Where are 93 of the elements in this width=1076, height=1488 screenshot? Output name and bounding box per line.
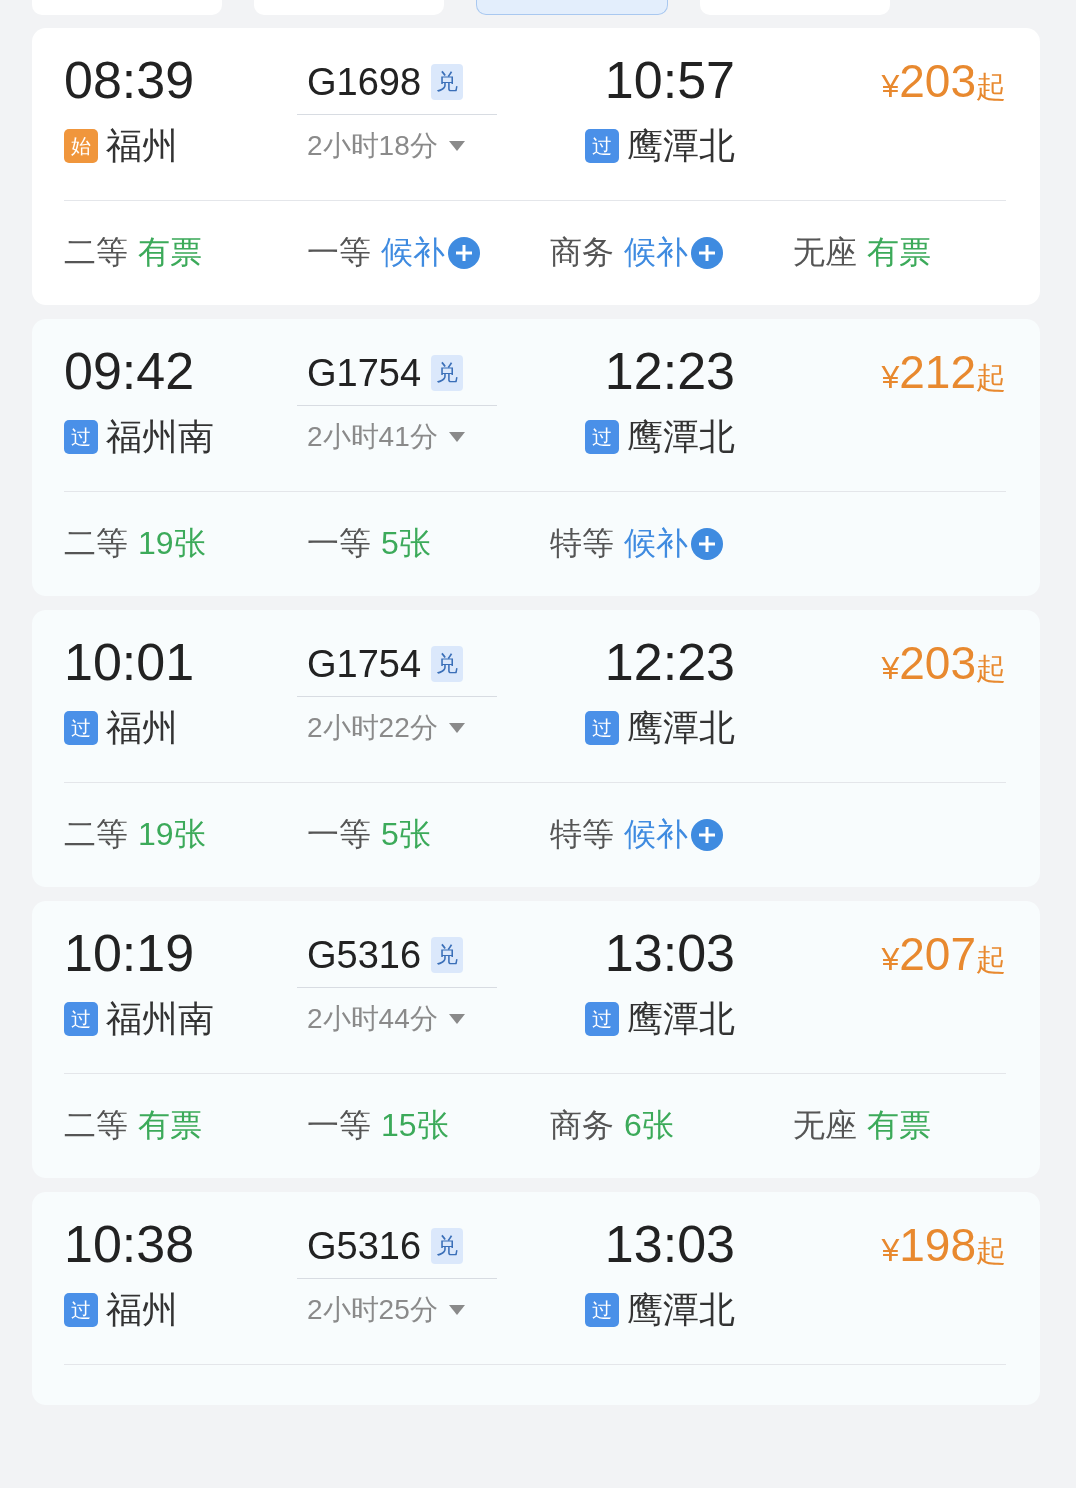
- train-card[interactable]: 10:19 过 福州南 G5316 兑 2小时44分 13:03 过 鹰潭北 ¥207起 二等 有票 一等 15张 商务 6张 无座 有票: [32, 901, 1040, 1178]
- station-name: 福州: [106, 123, 178, 168]
- redeem-badge: 兑: [431, 646, 464, 682]
- seat-availability: 候补: [381, 233, 445, 272]
- station-name: 鹰潭北: [627, 123, 735, 168]
- tab[interactable]: [476, 0, 668, 15]
- train-card[interactable]: 10:01 过 福州 G1754 兑 2小时22分 12:23 过 鹰潭北 ¥203起 二等 19张 一等 5张 特等 候补: [32, 610, 1040, 887]
- arrival-time: 13:03: [604, 1214, 735, 1275]
- departure-time: 08:39: [64, 50, 196, 111]
- redeem-badge: 兑: [431, 1228, 464, 1264]
- seat-availability: 19张: [138, 524, 206, 563]
- duration: 2小时22分: [307, 711, 438, 745]
- arrival-time: 13:03: [604, 923, 735, 984]
- price: ¥203起: [880, 54, 1006, 109]
- train-number: G5316: [307, 933, 422, 977]
- station-badge: 过: [64, 711, 98, 745]
- departure-time: 10:01: [64, 632, 196, 693]
- seat-availability: 候补: [624, 815, 688, 854]
- departure-time: 09:42: [64, 341, 196, 402]
- station-badge: 过: [64, 1293, 98, 1327]
- train-number: G1754: [307, 642, 422, 686]
- seat-availability: 候补: [624, 233, 688, 272]
- seat-class: 二等: [64, 815, 128, 854]
- arrival-time: 10:57: [604, 50, 735, 111]
- station-badge: 过: [64, 420, 98, 454]
- duration: 2小时41分: [307, 420, 438, 454]
- station-name: 鹰潭北: [627, 1287, 735, 1332]
- redeem-badge: 兑: [431, 64, 464, 100]
- seat-availability: 有票: [867, 1106, 931, 1145]
- seat-class: 商务: [550, 233, 614, 272]
- seat-class: 二等: [64, 524, 128, 563]
- seat-availability: 有票: [138, 233, 202, 272]
- seat-class: 一等: [307, 1106, 371, 1145]
- station-badge: 过: [585, 129, 619, 163]
- plus-icon: [690, 236, 724, 270]
- redeem-badge: 兑: [431, 937, 464, 973]
- station-name: 福州南: [106, 996, 214, 1041]
- seat-class: 特等: [550, 815, 614, 854]
- train-card[interactable]: 09:42 过 福州南 G1754 兑 2小时41分 12:23 过 鹰潭北 ¥212起 二等 19张 一等 5张 特等 候补: [32, 319, 1040, 596]
- seat-availability: 19张: [138, 815, 206, 854]
- caret-icon: [447, 1013, 466, 1025]
- price: ¥203起: [880, 636, 1006, 691]
- station-badge: 过: [585, 711, 619, 745]
- seat-class: 一等: [307, 815, 371, 854]
- seat-class: 一等: [307, 233, 371, 272]
- seat-class: 无座: [793, 233, 857, 272]
- caret-icon: [447, 1304, 466, 1316]
- seat-availability: 5张: [381, 815, 431, 854]
- duration: 2小时25分: [307, 1293, 438, 1327]
- station-badge: 过: [64, 1002, 98, 1036]
- station-name: 鹰潭北: [627, 414, 735, 459]
- train-card[interactable]: 08:39 始 福州 G1698 兑 2小时18分 10:57 过 鹰潭北 ¥203起 二等 有票 一等 候补 商务 候补 无座 有票: [32, 28, 1040, 305]
- station-name: 福州: [106, 1287, 178, 1332]
- seat-class: 二等: [64, 233, 128, 272]
- price: ¥207起: [880, 927, 1006, 982]
- station-badge: 始: [64, 129, 98, 163]
- arrival-time: 12:23: [604, 632, 735, 693]
- plus-icon: [690, 527, 724, 561]
- seat-availability: 6张: [624, 1106, 674, 1145]
- seat-availability: 候补: [624, 524, 688, 563]
- redeem-badge: 兑: [431, 355, 464, 391]
- train-number: G1754: [307, 351, 422, 395]
- station-name: 鹰潭北: [627, 705, 735, 750]
- seat-class: 无座: [793, 1106, 857, 1145]
- station-name: 鹰潭北: [627, 996, 735, 1041]
- caret-icon: [447, 431, 466, 443]
- seat-availability: 15张: [381, 1106, 449, 1145]
- price: ¥198起: [880, 1218, 1006, 1273]
- departure-time: 10:38: [64, 1214, 196, 1275]
- departure-time: 10:19: [64, 923, 196, 984]
- seat-class: 二等: [64, 1106, 128, 1145]
- caret-icon: [447, 140, 466, 152]
- train-number: G1698: [307, 60, 422, 104]
- plus-icon: [690, 818, 724, 852]
- station-badge: 过: [585, 1293, 619, 1327]
- seat-class: 一等: [307, 524, 371, 563]
- duration: 2小时18分: [307, 129, 438, 163]
- seat-class: 商务: [550, 1106, 614, 1145]
- station-badge: 过: [585, 1002, 619, 1036]
- caret-icon: [447, 722, 466, 734]
- train-card[interactable]: 10:38 过 福州 G5316 兑 2小时25分 13:03 过 鹰潭北 ¥198起: [32, 1192, 1040, 1405]
- arrival-time: 12:23: [604, 341, 735, 402]
- seat-class: 特等: [550, 524, 614, 563]
- seat-availability: 有票: [138, 1106, 202, 1145]
- train-number: G5316: [307, 1224, 422, 1268]
- price: ¥212起: [880, 345, 1006, 400]
- seat-availability: 有票: [867, 233, 931, 272]
- station-badge: 过: [585, 420, 619, 454]
- plus-icon: [447, 236, 481, 270]
- station-name: 福州南: [106, 414, 214, 459]
- seat-availability: 5张: [381, 524, 431, 563]
- duration: 2小时44分: [307, 1002, 438, 1036]
- station-name: 福州: [106, 705, 178, 750]
